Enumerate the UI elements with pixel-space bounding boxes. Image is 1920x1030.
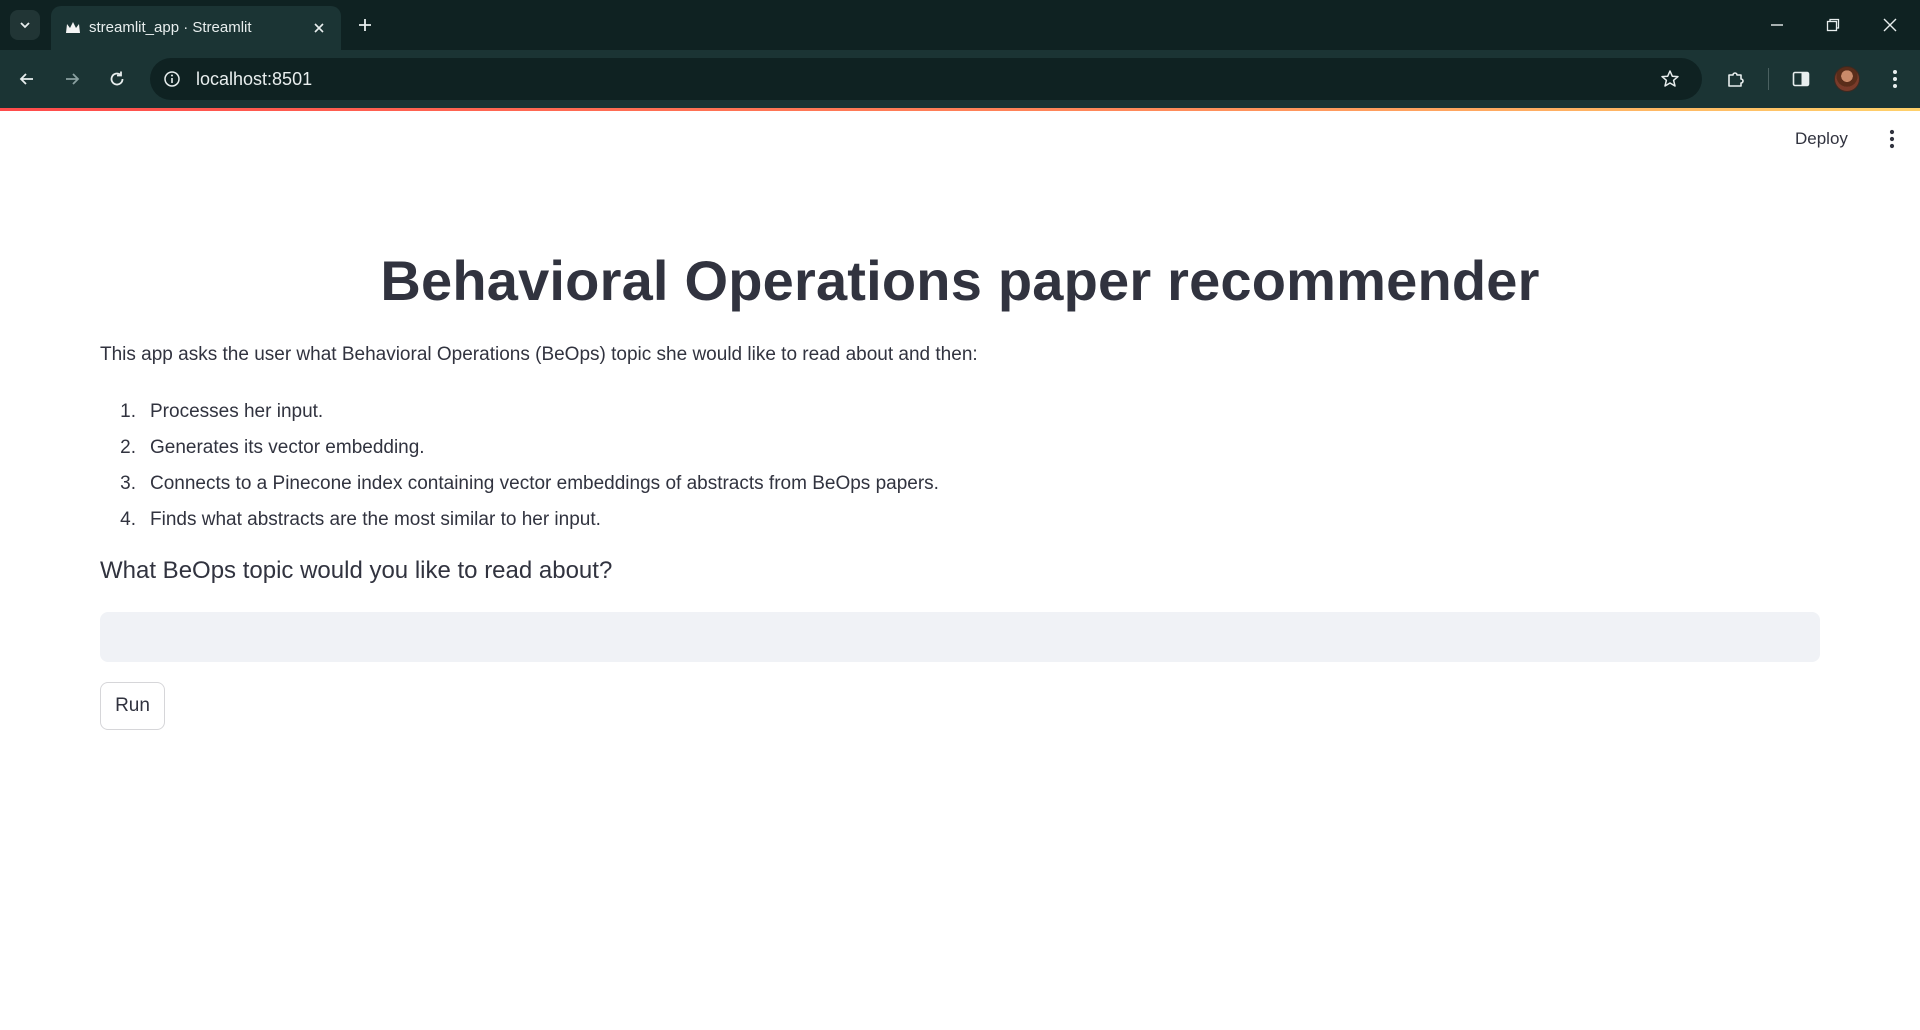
list-item: 1. Processes her input.: [100, 394, 939, 430]
browser-menu-button[interactable]: [1880, 64, 1910, 94]
tab-search-button[interactable]: [10, 10, 40, 40]
browser-tab[interactable]: streamlit_app · Streamlit: [51, 6, 341, 50]
step-number: 1.: [120, 401, 136, 422]
step-number: 4.: [120, 509, 136, 530]
browser-tab-bar: streamlit_app · Streamlit: [0, 0, 1920, 50]
streamlit-decoration-bar: [0, 108, 1920, 111]
minimize-button[interactable]: [1757, 10, 1797, 40]
reload-icon: [110, 71, 124, 86]
topic-question-label: What BeOps topic would you like to read …: [100, 557, 613, 584]
list-item: 4. Finds what abstracts are the most sim…: [100, 502, 939, 538]
intro-text: This app asks the user what Behavioral O…: [100, 344, 978, 365]
step-text: Generates its vector embedding.: [150, 437, 425, 458]
side-panel-button[interactable]: [1786, 64, 1816, 94]
topic-input[interactable]: [100, 612, 1820, 662]
puzzle-icon: [1728, 72, 1744, 87]
step-text: Processes her input.: [150, 401, 324, 422]
chevron-down-icon: [20, 22, 30, 29]
toolbar-separator: [1768, 68, 1769, 90]
list-item: 3. Connects to a Pinecone index containi…: [100, 466, 939, 502]
app-menu-button[interactable]: [1880, 125, 1904, 153]
page-title: Behavioral Operations paper recommender: [380, 249, 1540, 312]
browser-toolbar: localhost:8501: [0, 50, 1920, 108]
run-button[interactable]: Run: [100, 682, 165, 730]
address-url: localhost:8501: [196, 69, 313, 89]
list-item: 2. Generates its vector embedding.: [100, 430, 939, 466]
step-number: 3.: [120, 473, 136, 494]
restore-icon: [1826, 18, 1840, 32]
forward-button[interactable]: [57, 64, 87, 94]
deploy-button[interactable]: Deploy: [1795, 125, 1848, 153]
reload-button[interactable]: [102, 64, 132, 94]
arrow-left-icon: [19, 73, 33, 85]
steps-list: 1. Processes her input. 2. Generates its…: [100, 394, 939, 538]
plus-icon: [359, 19, 371, 31]
back-button[interactable]: [12, 64, 42, 94]
close-window-button[interactable]: [1870, 10, 1910, 40]
arrow-right-icon: [66, 73, 80, 85]
star-icon: [1661, 70, 1679, 87]
new-tab-button[interactable]: [352, 12, 378, 38]
kebab-menu-icon: [1889, 129, 1895, 149]
address-bar[interactable]: localhost:8501: [150, 58, 1702, 100]
step-text: Connects to a Pinecone index containing …: [150, 473, 939, 494]
close-icon: [1883, 18, 1897, 32]
avatar[interactable]: [1834, 66, 1860, 92]
kebab-menu-icon: [1893, 70, 1897, 88]
step-text: Finds what abstracts are the most simila…: [150, 509, 601, 530]
bookmark-button[interactable]: [1658, 67, 1682, 91]
step-number: 2.: [120, 437, 136, 458]
close-icon: [314, 23, 324, 33]
tab-title: streamlit_app · Streamlit: [89, 19, 252, 36]
streamlit-crown-icon: [63, 18, 83, 38]
minimize-icon: [1771, 24, 1783, 26]
side-panel-icon: [1792, 71, 1810, 87]
extensions-button[interactable]: [1721, 64, 1751, 94]
info-icon[interactable]: [160, 67, 184, 91]
tab-close-button[interactable]: [309, 18, 329, 38]
restore-button[interactable]: [1813, 10, 1853, 40]
